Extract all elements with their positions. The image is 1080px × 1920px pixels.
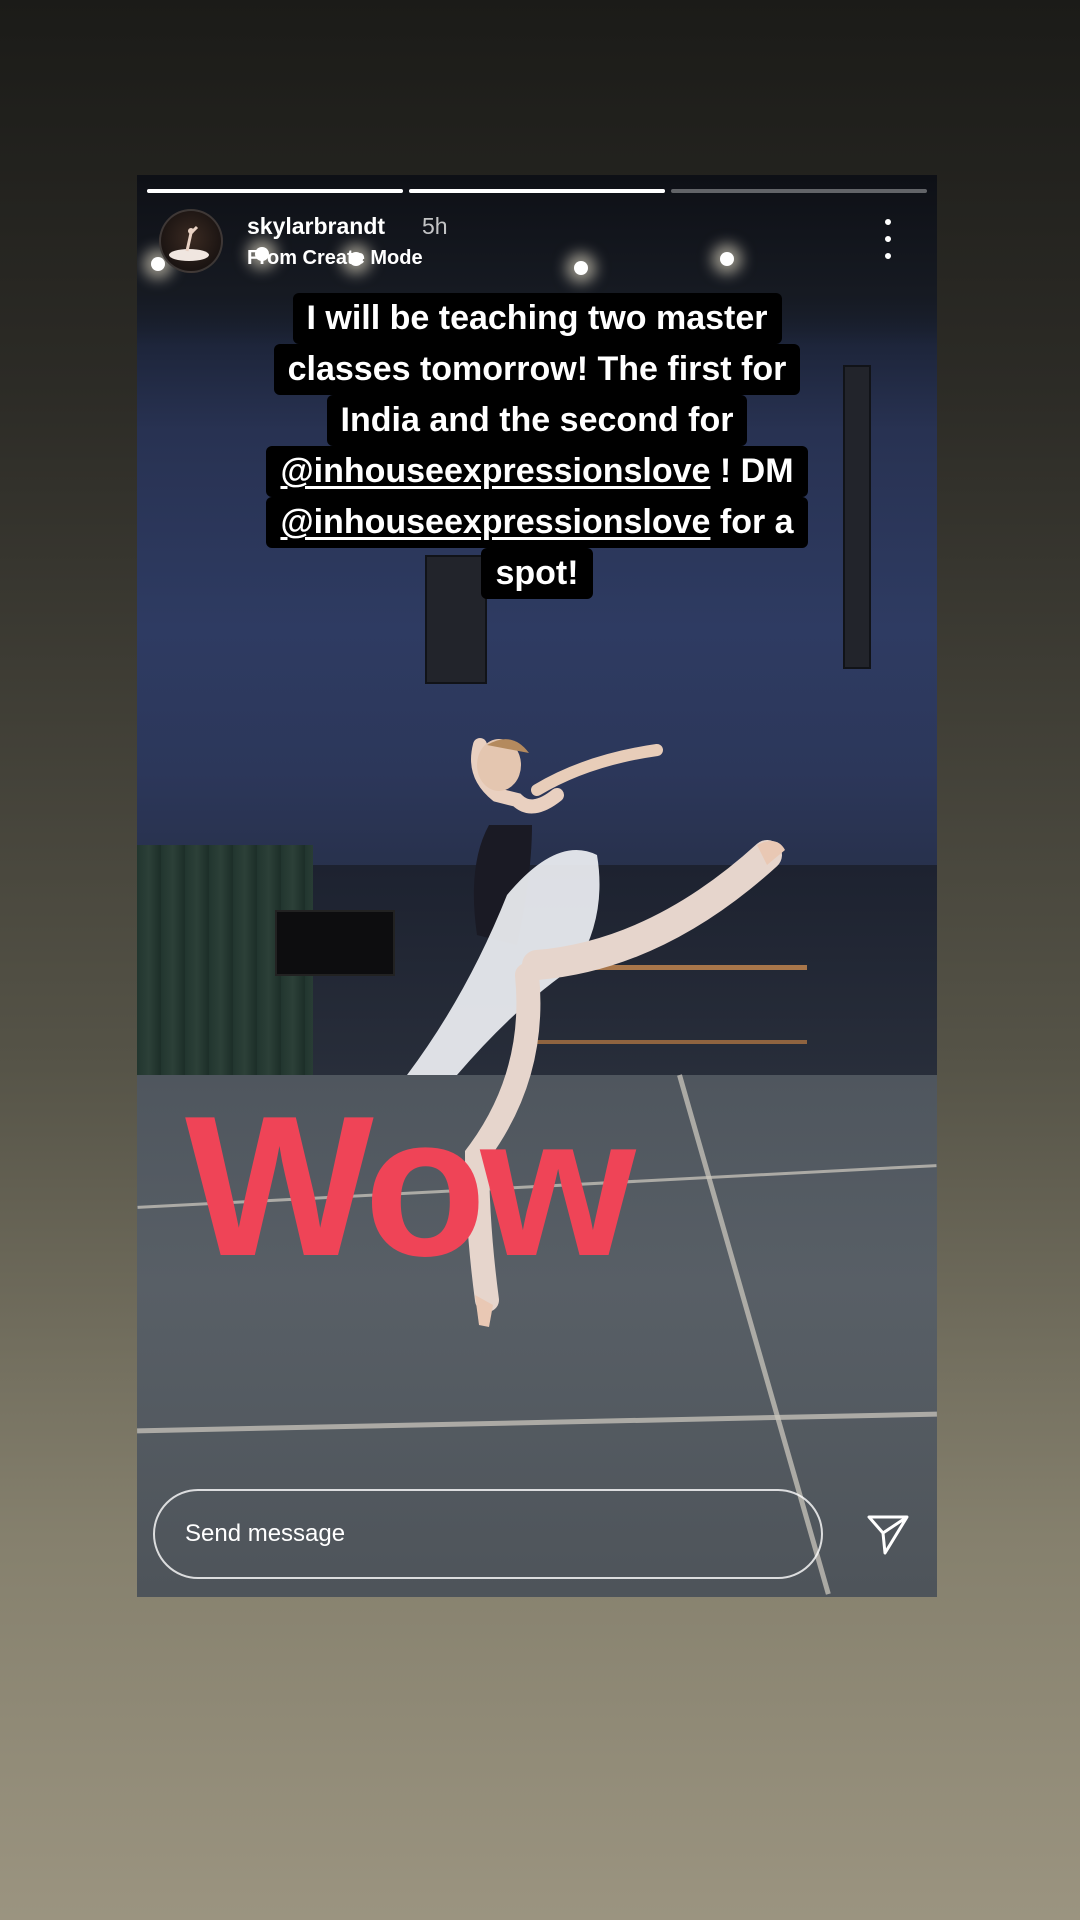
more-vertical-icon[interactable] bbox=[877, 219, 899, 259]
story-caption: I will be teaching two master classes to… bbox=[227, 293, 847, 599]
progress-segment bbox=[671, 189, 927, 193]
send-icon[interactable] bbox=[865, 1511, 911, 1557]
send-message-input[interactable]: Send message bbox=[153, 1489, 823, 1579]
mention-link[interactable]: @inhouseexpressionslove bbox=[280, 503, 710, 541]
story-progress-bar bbox=[147, 189, 927, 193]
caption-line: spot! bbox=[481, 548, 593, 599]
mention-link[interactable]: @inhouseexpressionslove bbox=[280, 452, 710, 490]
caption-text: for a bbox=[710, 503, 794, 541]
caption-line: I will be teaching two master bbox=[292, 293, 782, 344]
progress-segment bbox=[409, 189, 665, 193]
text-sticker: Wow bbox=[185, 1075, 636, 1298]
caption-line: India and the second for bbox=[326, 395, 748, 446]
story-subtitle: From Create Mode bbox=[247, 247, 423, 269]
send-message-placeholder: Send message bbox=[185, 1520, 346, 1547]
avatar[interactable] bbox=[159, 209, 223, 273]
caption-text: ! DM bbox=[710, 452, 794, 490]
progress-segment bbox=[147, 189, 403, 193]
caption-line: @inhouseexpressionslove ! DM bbox=[266, 446, 808, 497]
caption-line: @inhouseexpressionslove for a bbox=[266, 497, 808, 548]
story-viewer[interactable]: skylarbrandt 5h From Create Mode I will … bbox=[137, 175, 937, 1597]
caption-line: classes tomorrow! The first for bbox=[273, 344, 801, 395]
timestamp: 5h bbox=[422, 213, 448, 239]
username[interactable]: skylarbrandt bbox=[247, 213, 385, 240]
